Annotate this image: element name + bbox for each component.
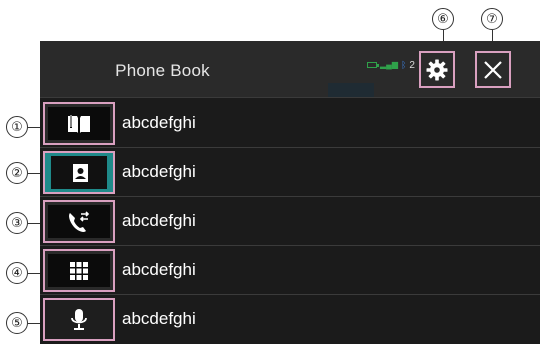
list-item-label: abcdefghi [122,211,196,230]
contacts-button[interactable] [43,151,115,194]
list-item-call-history[interactable]: abcdefghi [40,197,540,246]
phone-book-screen: Phone Book ▂▄▆ ᛒ 2 abcdefghi abcdefghi a… [40,41,540,344]
list-item-label: abcdefghi [122,162,196,181]
microphone-icon [71,308,87,330]
callout-3: ③ [6,212,28,234]
page-title: Phone Book [115,61,210,80]
dial-pad-icon [70,261,88,280]
header-bar: Phone Book ▂▄▆ ᛒ 2 [40,41,540,98]
phone-book-icon [68,113,90,133]
call-history-button[interactable] [43,200,115,243]
list-item-phone-book[interactable]: abcdefghi [40,99,540,148]
bluetooth-icon: ᛒ [400,60,407,70]
list-item-label: abcdefghi [122,309,196,328]
callout-5: ⑤ [6,312,28,334]
signal-icon: ▂▄▆ [380,60,398,69]
dial-pad-button[interactable] [43,249,115,292]
callout-6: ⑥ [432,8,454,30]
close-button[interactable] [475,51,511,88]
bluetooth-device-number: 2 [409,59,415,71]
battery-icon [367,62,379,68]
callout-2: ② [6,162,28,184]
gear-icon [426,59,448,80]
call-history-icon [69,210,90,232]
phone-book-button[interactable] [43,102,115,145]
voice-button[interactable] [43,298,115,341]
callout-4: ④ [6,262,28,284]
status-area-graphic [328,83,374,97]
settings-button[interactable] [419,51,455,88]
list-item-label: abcdefghi [122,113,196,132]
status-indicators: ▂▄▆ ᛒ 2 [367,59,415,71]
contact-card-icon [70,163,88,182]
list-item-dial-pad[interactable]: abcdefghi [40,246,540,295]
callout-7: ⑦ [481,8,503,30]
list-item-label: abcdefghi [122,260,196,279]
list-item-voice[interactable]: abcdefghi [40,295,540,344]
close-icon [484,60,502,79]
list-item-contacts[interactable]: abcdefghi [40,148,540,197]
callout-1: ① [6,116,28,138]
